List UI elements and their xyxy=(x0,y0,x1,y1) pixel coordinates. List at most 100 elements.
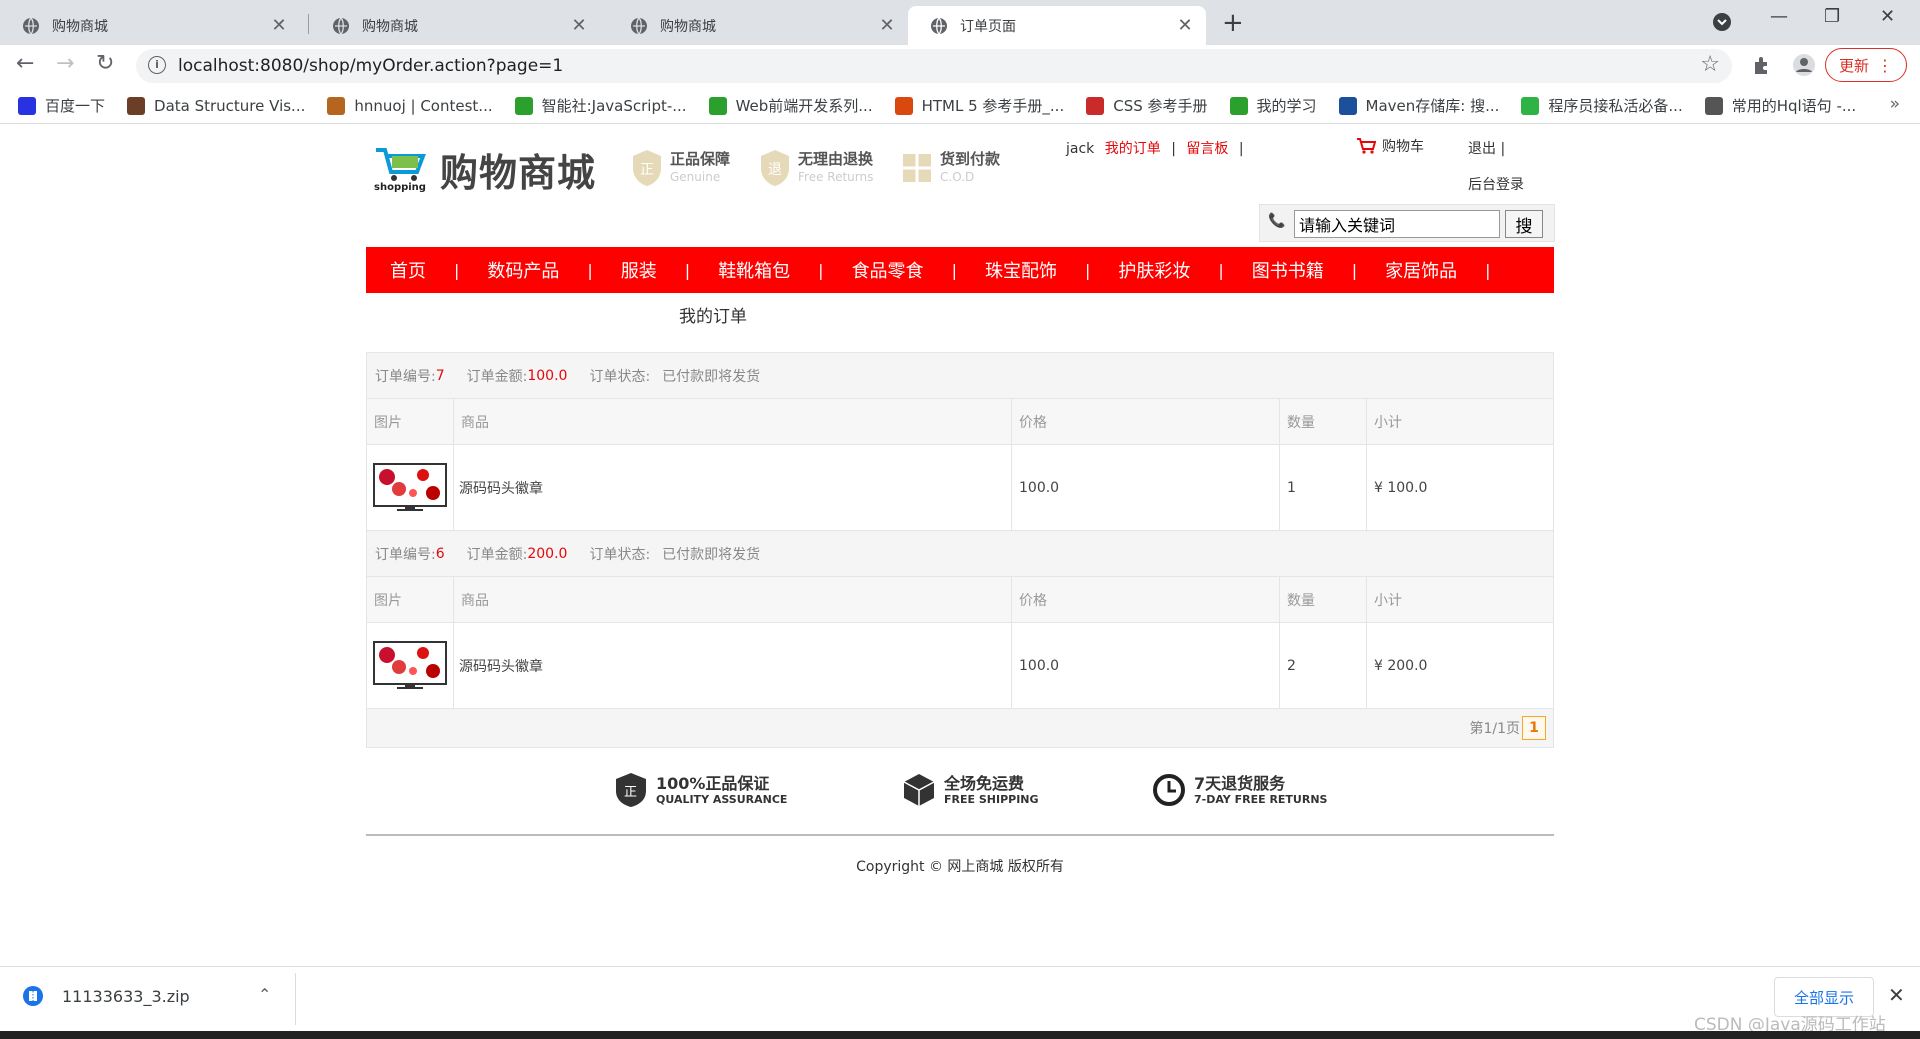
update-button[interactable]: 更新 ⋮ xyxy=(1825,48,1907,82)
bookmark-item[interactable]: CSS 参考手册 xyxy=(1086,95,1208,116)
bookmark-item[interactable]: 智能社:JavaScript-... xyxy=(514,95,687,116)
url-text: localhost:8080/shop/myOrder.action?page=… xyxy=(178,56,564,76)
site-logo[interactable]: shopping 购物商城 xyxy=(372,142,596,197)
separator: | xyxy=(1500,141,1506,157)
menu-item[interactable]: 食品零食 xyxy=(852,257,924,283)
tab-close-icon[interactable]: ✕ xyxy=(570,15,588,36)
new-tab-icon[interactable]: + xyxy=(1222,8,1244,38)
download-divider xyxy=(295,973,296,1025)
order-status: 已付款即将发货 xyxy=(662,368,761,385)
admin-login-link[interactable]: 后台登录 xyxy=(1468,174,1524,194)
bookmark-star-icon[interactable]: ☆ xyxy=(1700,52,1720,77)
separator: | xyxy=(1171,141,1176,157)
svg-text:正: 正 xyxy=(624,785,637,800)
back-icon[interactable]: ← xyxy=(16,51,34,76)
product-name-link[interactable]: 源码码头徽章 xyxy=(459,478,543,498)
service-strip: 正 100%正品保证 QUALITY ASSURANCE 全场免运费 FREE SH… xyxy=(366,772,1554,824)
bookmark-item[interactable]: 我的学习 xyxy=(1229,95,1317,116)
free-shipping: 全场免运费 FREE SHIPPING xyxy=(902,772,1039,808)
profile-avatar-icon[interactable] xyxy=(1792,53,1816,77)
badge-sub: Free Returns xyxy=(798,170,874,184)
download-item[interactable]: 11133633_3.zip xyxy=(22,985,190,1007)
menu-separator: | xyxy=(1351,260,1358,280)
chevron-up-icon[interactable]: ⌃ xyxy=(258,985,271,1004)
logout-link[interactable]: 退出 | xyxy=(1468,138,1505,158)
subtotal-cell: ¥ 200.0 xyxy=(1374,657,1428,674)
address-bar[interactable]: i localhost:8080/shop/myOrder.action?pag… xyxy=(136,49,1732,83)
browser-tab[interactable]: 购物商城 ✕ xyxy=(0,6,300,45)
category-menu: 首页 | 数码产品 | 服装 | 鞋靴箱包 | 食品零食 | 珠宝配饰 | 护肤彩妆 | 图书书籍 | 家居饰品… xyxy=(366,247,1554,293)
shield-icon: 退 xyxy=(761,150,789,186)
message-board-link[interactable]: 留言板 xyxy=(1186,141,1228,157)
tab-close-icon[interactable]: ✕ xyxy=(1176,15,1194,36)
menu-item[interactable]: 首页 xyxy=(390,257,426,283)
site-info-icon[interactable]: i xyxy=(148,56,166,74)
browser-tab[interactable]: 购物商城 ✕ xyxy=(608,6,908,45)
bookmark-item[interactable]: Web前端开发系列... xyxy=(708,95,873,116)
tab-search-icon[interactable] xyxy=(1712,12,1732,32)
column-header: 图片 xyxy=(367,577,454,622)
table-header-row: 图片 商品 价格 数量 小计 xyxy=(367,577,1553,623)
order-no-label: 订单编号: xyxy=(375,368,436,385)
bookmark-item[interactable]: 程序员接私活必备... xyxy=(1521,95,1683,116)
more-menu-icon: ⋮ xyxy=(1877,55,1893,75)
service-sub: QUALITY ASSURANCE xyxy=(656,792,788,806)
menu-item[interactable]: 图书书籍 xyxy=(1252,257,1324,283)
bookmark-favicon-icon xyxy=(1229,96,1248,115)
tab-close-icon[interactable]: ✕ xyxy=(270,15,288,36)
bookmarks-more-icon[interactable]: » xyxy=(1890,94,1900,114)
column-header: 价格 xyxy=(1012,577,1280,622)
globe-icon xyxy=(333,17,349,34)
bookmark-item[interactable]: Maven存储库: 搜... xyxy=(1338,95,1499,116)
page-number-button[interactable]: 1 xyxy=(1522,716,1546,740)
window-close-icon[interactable]: ✕ xyxy=(1880,6,1895,27)
bookmark-item[interactable]: HTML 5 参考手册_... xyxy=(894,95,1064,116)
menu-item[interactable]: 家居饰品 xyxy=(1385,257,1457,283)
reload-icon[interactable]: ↻ xyxy=(96,51,114,76)
orders-table: 订单编号: 7 订单金额: 100.0 订单状态: 已付款即将发货 图片 商品 价格 数量 小计 源码… xyxy=(366,352,1554,748)
my-orders-link[interactable]: 我的订单 xyxy=(1105,141,1161,157)
pagination: 第1/1页 1 xyxy=(367,709,1553,747)
search-input[interactable] xyxy=(1294,210,1500,238)
forward-icon[interactable]: → xyxy=(56,51,74,76)
cart-link[interactable]: 购物车 xyxy=(1356,136,1424,156)
badge-sub: C.O.D xyxy=(940,170,975,184)
username: jack xyxy=(1066,141,1095,157)
product-image[interactable] xyxy=(373,462,447,513)
restore-icon[interactable]: ❐ xyxy=(1824,6,1840,27)
menu-item[interactable]: 数码产品 xyxy=(487,257,559,283)
search-button[interactable]: 搜 xyxy=(1505,210,1543,238)
column-header: 小计 xyxy=(1374,592,1402,609)
column-header: 数量 xyxy=(1280,577,1367,622)
bookmark-item[interactable]: Data Structure Vis... xyxy=(127,96,305,115)
menu-item[interactable]: 护肤彩妆 xyxy=(1118,257,1190,283)
bookmark-item[interactable]: hnnuoj | Contest... xyxy=(327,96,493,115)
close-icon[interactable]: ✕ xyxy=(1888,983,1905,1007)
bookmark-label: hnnuoj | Contest... xyxy=(354,96,493,115)
menu-separator: | xyxy=(587,260,593,280)
image-cell xyxy=(367,623,454,708)
menu-item[interactable]: 服装 xyxy=(621,257,657,283)
browser-tab-active[interactable]: 订单页面 ✕ xyxy=(908,6,1206,45)
minimize-icon[interactable]: — xyxy=(1770,6,1788,27)
browser-tab[interactable]: 购物商城 ✕ xyxy=(310,6,600,45)
tab-close-icon[interactable]: ✕ xyxy=(878,15,896,36)
menu-item[interactable]: 鞋靴箱包 xyxy=(718,257,790,283)
menu-item[interactable]: 珠宝配饰 xyxy=(985,257,1057,283)
service-title: 全场免运费 xyxy=(944,773,1025,793)
price-cell: 100.0 xyxy=(1012,623,1280,708)
box-icon xyxy=(903,774,935,806)
product-image[interactable] xyxy=(373,640,447,691)
bookmark-label: 程序员接私活必备... xyxy=(1548,97,1683,115)
bookmark-label: 智能社:JavaScript-... xyxy=(541,97,687,115)
extensions-icon[interactable] xyxy=(1752,55,1772,75)
cart-label: 购物车 xyxy=(1382,139,1424,155)
product-name-link[interactable]: 源码码头徽章 xyxy=(459,656,543,676)
bookmark-item[interactable]: 百度一下 xyxy=(18,95,105,116)
product-name-cell: 源码码头徽章 xyxy=(454,445,1012,530)
bookmark-item[interactable]: 常用的Hql语句 -... xyxy=(1704,95,1856,116)
service-title: 100%正品保证 xyxy=(656,773,770,793)
order-no: 7 xyxy=(435,367,445,384)
order-amount: 100.0 xyxy=(527,367,568,384)
user-bar: jack 我的订单 | 留言板 | xyxy=(1066,138,1250,158)
